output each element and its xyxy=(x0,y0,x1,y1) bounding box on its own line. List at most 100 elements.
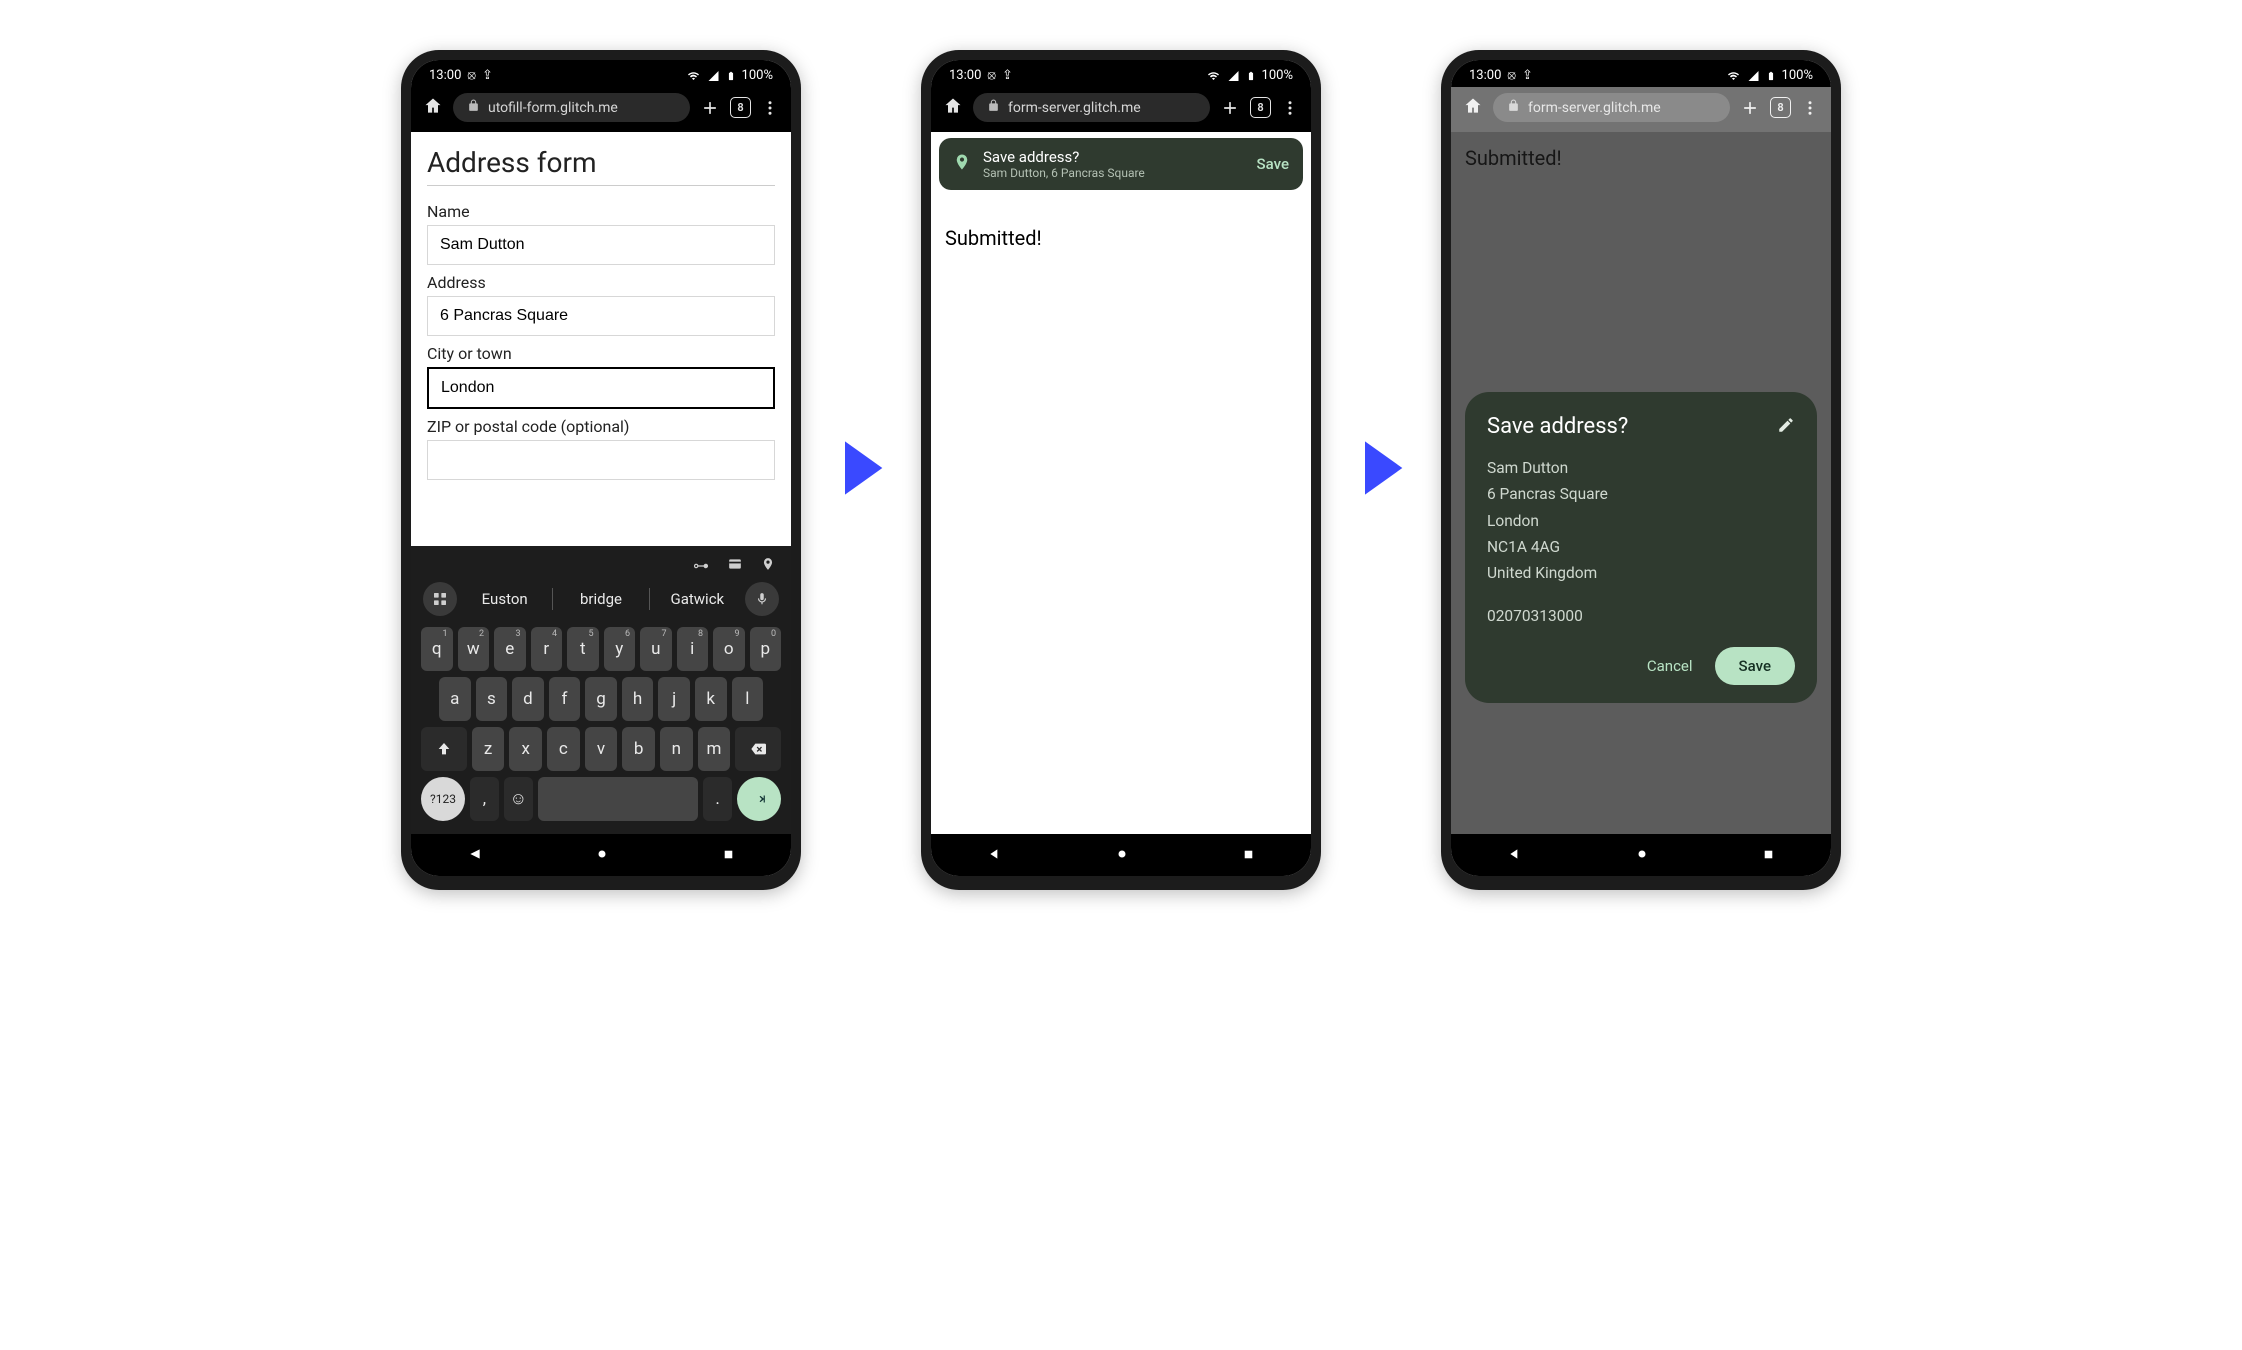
suggestion[interactable]: bridge xyxy=(555,584,646,614)
backspace-key[interactable] xyxy=(735,727,781,771)
edit-icon[interactable] xyxy=(1777,416,1795,438)
cast-icon: ⇪ xyxy=(1002,68,1013,83)
key-l[interactable]: l xyxy=(732,677,764,721)
key-h[interactable]: h xyxy=(622,677,654,721)
nav-recents-icon[interactable] xyxy=(1242,846,1255,865)
space-key[interactable] xyxy=(538,777,698,821)
lock-icon xyxy=(987,99,1000,116)
address-input[interactable] xyxy=(427,296,775,336)
key-b[interactable]: b xyxy=(622,727,655,771)
password-icon[interactable]: ⊶ xyxy=(693,556,709,576)
key-v[interactable]: v xyxy=(585,727,618,771)
nav-back-icon[interactable] xyxy=(1508,846,1522,865)
more-icon[interactable] xyxy=(1281,99,1299,117)
key-f[interactable]: f xyxy=(549,677,581,721)
key-s[interactable]: s xyxy=(476,677,508,721)
phone-frame: 13:00 ⦻ ⇪ 100% form-server.glitch.me xyxy=(1441,50,1841,890)
new-tab-icon[interactable] xyxy=(1220,98,1240,118)
system-navbar xyxy=(931,834,1311,876)
key-u[interactable]: u7 xyxy=(640,627,672,671)
nav-home-icon[interactable] xyxy=(595,846,609,865)
key-w[interactable]: w2 xyxy=(458,627,490,671)
zip-input[interactable] xyxy=(427,440,775,480)
more-icon[interactable] xyxy=(761,99,779,117)
snackbar-save-button[interactable]: Save xyxy=(1257,155,1289,173)
nav-back-icon[interactable] xyxy=(988,846,1002,865)
key-a[interactable]: a xyxy=(439,677,471,721)
status-time: 13:00 xyxy=(429,68,461,83)
system-navbar xyxy=(1451,834,1831,876)
tab-count[interactable]: 8 xyxy=(1770,97,1791,118)
key-k[interactable]: k xyxy=(695,677,727,721)
key-y[interactable]: y6 xyxy=(604,627,636,671)
home-icon[interactable] xyxy=(943,96,963,120)
location-icon[interactable] xyxy=(761,556,775,576)
web-content: Submitted! Save address? Sam Dutton6 Pan… xyxy=(1451,132,1831,834)
battery-text: 100% xyxy=(1782,68,1813,83)
cancel-button[interactable]: Cancel xyxy=(1647,657,1693,675)
wifi-icon xyxy=(1206,70,1221,82)
snackbar-title: Save address? xyxy=(983,148,1245,166)
key-r[interactable]: r4 xyxy=(531,627,563,671)
signal-icon xyxy=(1227,70,1240,82)
home-icon[interactable] xyxy=(1463,96,1483,120)
software-keyboard: ⊶ Euston bridge Gatwick q1w2e3r4t5y6u7i8… xyxy=(411,546,791,834)
period-key[interactable]: . xyxy=(703,777,732,821)
nav-home-icon[interactable] xyxy=(1635,846,1649,865)
url-text: utofill-form.glitch.me xyxy=(488,100,618,116)
browser-toolbar: form-server.glitch.me 8 xyxy=(931,87,1311,132)
url-text: form-server.glitch.me xyxy=(1528,100,1661,116)
key-x[interactable]: x xyxy=(509,727,542,771)
key-i[interactable]: i8 xyxy=(677,627,709,671)
key-o[interactable]: o9 xyxy=(713,627,745,671)
key-e[interactable]: e3 xyxy=(494,627,526,671)
url-bar[interactable]: form-server.glitch.me xyxy=(1493,93,1730,122)
tab-count[interactable]: 8 xyxy=(730,97,751,118)
key-t[interactable]: t5 xyxy=(567,627,599,671)
shift-key[interactable] xyxy=(421,727,467,771)
enter-key[interactable] xyxy=(737,777,781,821)
key-z[interactable]: z xyxy=(472,727,505,771)
symbols-key[interactable]: ?123 xyxy=(421,777,465,821)
signal-icon xyxy=(1747,70,1760,82)
wifi-icon xyxy=(1726,70,1741,82)
nav-recents-icon[interactable] xyxy=(1762,846,1775,865)
suggestion[interactable]: Euston xyxy=(459,584,550,614)
city-input[interactable] xyxy=(427,367,775,409)
suggestion[interactable]: Gatwick xyxy=(652,584,743,614)
key-p[interactable]: p0 xyxy=(750,627,782,671)
phone-frame: 13:00 ⦻ ⇪ 100% utofill-form.glitch.me xyxy=(401,50,801,890)
mic-icon[interactable] xyxy=(745,582,779,616)
nav-home-icon[interactable] xyxy=(1115,846,1129,865)
card-icon[interactable] xyxy=(725,556,745,576)
zip-label: ZIP or postal code (optional) xyxy=(427,417,775,436)
dnd-icon: ⦻ xyxy=(1507,68,1516,83)
new-tab-icon[interactable] xyxy=(700,98,720,118)
key-d[interactable]: d xyxy=(512,677,544,721)
tab-count[interactable]: 8 xyxy=(1250,97,1271,118)
address-lines: Sam Dutton6 Pancras SquareLondonNC1A 4AG… xyxy=(1487,455,1795,587)
home-icon[interactable] xyxy=(423,96,443,120)
key-c[interactable]: c xyxy=(547,727,580,771)
page-title: Address form xyxy=(427,146,775,179)
status-bar: 13:00 ⦻ ⇪ 100% xyxy=(1451,60,1831,87)
battery-text: 100% xyxy=(1262,68,1293,83)
key-n[interactable]: n xyxy=(660,727,693,771)
url-bar[interactable]: utofill-form.glitch.me xyxy=(453,93,690,122)
key-g[interactable]: g xyxy=(585,677,617,721)
more-icon[interactable] xyxy=(1801,99,1819,117)
comma-key[interactable]: , xyxy=(470,777,499,821)
key-q[interactable]: q1 xyxy=(421,627,453,671)
url-bar[interactable]: form-server.glitch.me xyxy=(973,93,1210,122)
phone-number: 02070313000 xyxy=(1487,603,1795,629)
key-j[interactable]: j xyxy=(658,677,690,721)
save-button[interactable]: Save xyxy=(1715,647,1795,685)
nav-back-icon[interactable] xyxy=(468,846,482,865)
key-m[interactable]: m xyxy=(698,727,731,771)
emoji-key[interactable]: ☺ xyxy=(504,777,533,821)
browser-toolbar: utofill-form.glitch.me 8 xyxy=(411,87,791,132)
name-input[interactable] xyxy=(427,225,775,265)
keyboard-settings-icon[interactable] xyxy=(423,582,457,616)
new-tab-icon[interactable] xyxy=(1740,98,1760,118)
nav-recents-icon[interactable] xyxy=(722,846,735,865)
